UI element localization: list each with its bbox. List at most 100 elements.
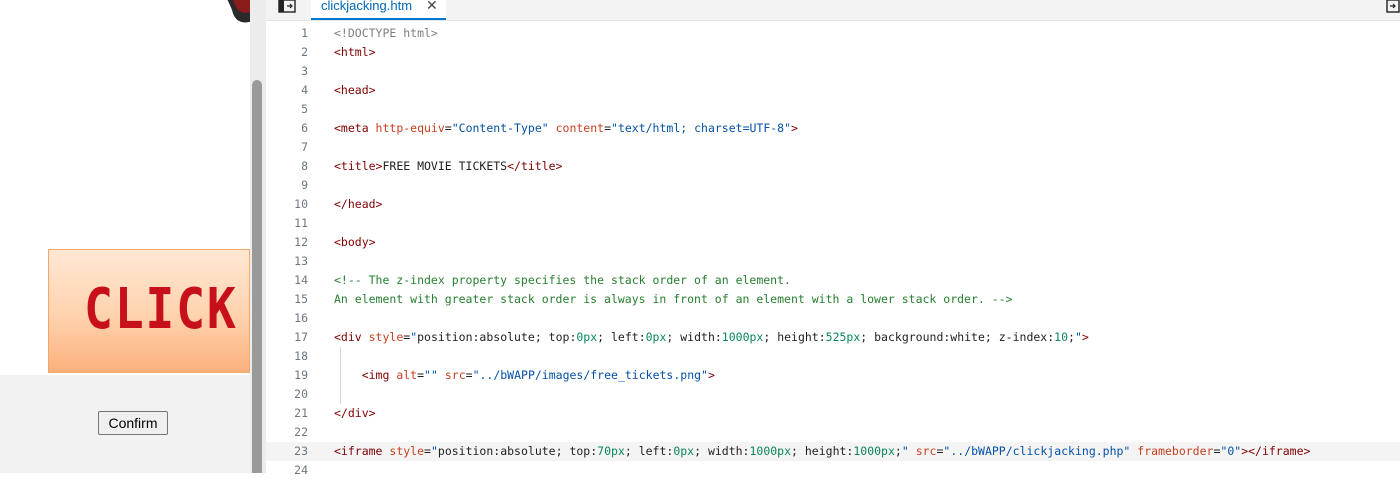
code-line[interactable]: 14 <!-- The z-index property specifies th… [266,271,1400,290]
line-number: 20 [294,387,308,401]
code-token: style [389,444,425,458]
code-token: <img [361,368,397,382]
code-line[interactable]: 19 <img alt="" src="../bWAPP/images/free… [266,366,1400,385]
code-token: </title> [507,159,563,173]
code-token: 1000px [749,444,792,458]
code-text: <html> [334,43,376,62]
line-number: 16 [294,311,308,325]
code-token: "../bWAPP/clickjacking.php" [943,444,1131,458]
code-token: ; height: [763,330,826,344]
code-token: frameborder [1137,444,1214,458]
code-token: 0px [645,330,667,344]
code-line[interactable]: 3 [266,62,1400,81]
split-editor-icon[interactable] [1386,0,1400,14]
code-text: <title>FREE MOVIE TICKETS</title> [334,157,562,176]
code-token: <head> [334,83,376,97]
toggle-sidebar-icon[interactable] [278,0,296,14]
code-token: http-equiv [375,121,445,135]
code-line[interactable]: 9 [266,176,1400,195]
line-number: 4 [301,83,308,97]
code-line[interactable]: 20 [266,385,1400,404]
code-token: content [555,121,605,135]
line-number: 13 [294,254,308,268]
line-number: 7 [301,140,308,154]
code-line[interactable]: 7 [266,138,1400,157]
scrollbar-thumb[interactable] [252,80,262,473]
line-number: 22 [294,425,308,439]
indent-guide [340,347,341,366]
code-text: </div> [334,404,376,423]
code-line[interactable]: 10 </head> [266,195,1400,214]
code-line[interactable]: 11 [266,214,1400,233]
code-token: = [444,121,452,135]
editor-tab-bar: clickjacking.htm ✕ [266,0,1400,21]
tab-clickjacking[interactable]: clickjacking.htm ✕ [311,0,446,20]
close-icon[interactable]: ✕ [426,0,438,14]
code-token: <meta [334,121,376,135]
line-number: 24 [294,463,308,477]
code-editor: clickjacking.htm ✕ 1 <!DOCTYPE html> 2 <htm… [266,0,1400,477]
line-number: 21 [294,406,308,420]
code-token: ; background:white; z-index: [860,330,1055,344]
code-text: <head> [334,81,376,100]
line-number: 19 [294,368,308,382]
line-number: 9 [301,178,308,192]
code-line[interactable]: 5 [266,100,1400,119]
line-number: 11 [294,216,308,230]
code-line[interactable]: 21 </div> [266,404,1400,423]
code-line[interactable]: 16 [266,309,1400,328]
code-token: 0px [576,330,598,344]
code-line[interactable]: 17 <div style="position:absolute; top:0px… [266,328,1400,347]
code-text: <!-- The z-index property specifies the … [334,271,791,290]
code-text: <div style="position:absolute; top:0px; … [334,328,1089,347]
code-token: style [368,330,404,344]
code-token: <!-- The z-index property specifies the … [334,273,791,287]
code-token: = [465,368,473,382]
code-lines[interactable]: 1 <!DOCTYPE html> 2 <html> 3 4 <head> 5 6 <meta h… [266,24,1400,480]
code-line[interactable]: 18 [266,347,1400,366]
code-text: <!DOCTYPE html> [334,24,438,43]
code-line[interactable]: 4 <head> [266,81,1400,100]
click-here-banner[interactable]: CLICK H [48,249,250,373]
code-line[interactable]: 12 <body> [266,233,1400,252]
code-token: 525px [825,330,861,344]
code-token: An element with greater stack order is a… [334,292,1013,306]
code-line[interactable]: 6 <meta http-equiv="Content-Type" content… [266,119,1400,138]
code-line[interactable]: 22 [266,423,1400,442]
code-line[interactable]: 24 [266,461,1400,480]
code-line[interactable]: 2 <html> [266,43,1400,62]
code-token: = [604,121,612,135]
code-token: src [915,444,937,458]
indent-guide [340,385,341,404]
confirm-button[interactable]: Confirm [98,411,168,435]
line-number: 6 [301,121,308,135]
code-token: "../bWAPP/images/free_tickets.png" [472,368,708,382]
ticket-image-fragment [227,0,250,23]
code-text: <meta http-equiv="Content-Type" content=… [334,119,798,138]
code-token: <html> [334,45,376,59]
code-token: > [1081,330,1089,344]
code-token: ; width: [694,444,750,458]
code-token: 1000px [853,444,895,458]
code-token: </div> [334,406,376,420]
line-number: 17 [294,330,308,344]
code-token: 70px [597,444,625,458]
code-token: position:absolute; top: [417,330,577,344]
tab-label: clickjacking.htm [321,0,413,13]
code-token: alt [396,368,418,382]
code-line[interactable]: 23 <iframe style="position:absolute; top:… [266,442,1400,461]
code-line[interactable]: 1 <!DOCTYPE html> [266,24,1400,43]
line-number: 1 [301,26,308,40]
line-number: 8 [301,159,308,173]
code-line[interactable]: 13 [266,252,1400,271]
code-token: > [791,121,798,135]
code-token: " [430,444,438,458]
code-token: src [444,368,466,382]
code-token: 0px [673,444,695,458]
code-line[interactable]: 15 An element with greater stack order is… [266,290,1400,309]
code-token: = [417,368,425,382]
code-line[interactable]: 8 <title>FREE MOVIE TICKETS</title> [266,157,1400,176]
